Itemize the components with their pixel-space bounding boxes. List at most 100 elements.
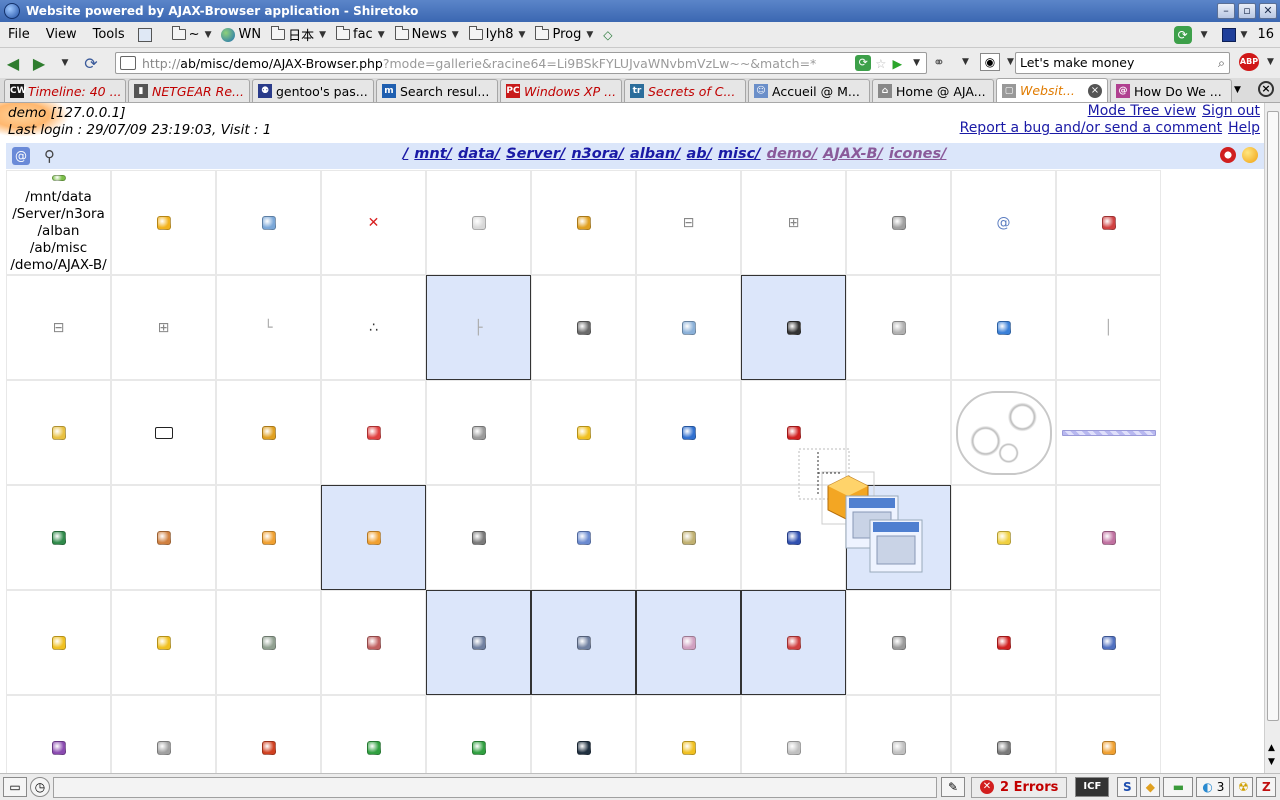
bookmark-japan-folder[interactable]: 日本 ▼ <box>266 25 331 44</box>
tab-0[interactable]: CW Timeline: 40 ... <box>4 79 126 102</box>
gallery-cell[interactable] <box>951 275 1056 380</box>
search-icon[interactable]: ⌕ <box>1218 53 1225 73</box>
site-identity-icon[interactable] <box>120 56 136 70</box>
chevron-down-icon[interactable]: ▼ <box>913 58 920 68</box>
search-input[interactable]: Let's make money ⌕ <box>1015 52 1230 74</box>
gallery-cell[interactable] <box>1056 170 1161 275</box>
breadcrumb-item[interactable]: demo/ <box>767 146 818 162</box>
go-arrow-icon[interactable]: ▶ <box>892 56 902 71</box>
gallery-cell[interactable] <box>741 590 846 695</box>
chevron-down-icon[interactable]: ▼ <box>1267 57 1274 67</box>
tab-3[interactable]: m Search resul... <box>376 79 498 102</box>
gallery-cell[interactable] <box>846 590 951 695</box>
gallery-cell[interactable] <box>531 590 636 695</box>
refresh-page-icon[interactable]: ⟳ <box>855 55 872 71</box>
gallery-cell[interactable] <box>6 590 111 695</box>
minimize-button[interactable]: – <box>1217 3 1235 19</box>
chevron-down-icon[interactable]: ▼ <box>1201 30 1208 40</box>
report-bug-link[interactable]: Report a bug and/or send a comment <box>960 120 1222 136</box>
forward-arrow-icon[interactable]: ▶ <box>26 54 52 73</box>
sign-out-link[interactable]: Sign out <box>1202 103 1260 119</box>
gallery-cell[interactable] <box>1056 380 1161 485</box>
gallery-cell[interactable] <box>951 695 1056 773</box>
save-disk-icon[interactable] <box>1221 27 1236 42</box>
gallery-cell[interactable] <box>321 380 426 485</box>
gallery-cell[interactable] <box>531 275 636 380</box>
menu-view[interactable]: View <box>38 27 85 42</box>
sync-icon[interactable]: ⟳ <box>1173 25 1192 44</box>
gallery-cell[interactable] <box>6 380 111 485</box>
gallery-cell[interactable] <box>6 485 111 590</box>
gallery-cell[interactable]: /mnt/data/Server/n3ora/alban/ab/misc/dem… <box>6 170 111 275</box>
gallery-cell[interactable]: ⊞ <box>741 170 846 275</box>
gallery-cell[interactable] <box>531 485 636 590</box>
gallery-cell[interactable]: ├ <box>426 275 531 380</box>
bookmark-star-icon[interactable]: ☆ <box>875 56 886 71</box>
gallery-cell[interactable]: │ <box>1056 275 1161 380</box>
help-lifebuoy-icon[interactable] <box>1220 147 1236 163</box>
gallery-cell[interactable] <box>321 590 426 695</box>
gallery-cell[interactable]: ⊟ <box>6 275 111 380</box>
search-engine-icon[interactable]: ◉ <box>980 53 1000 71</box>
tab-2[interactable]: ⚉ gentoo's pas... <box>252 79 374 102</box>
gallery-cell[interactable] <box>426 590 531 695</box>
gallery-cell[interactable] <box>636 380 741 485</box>
gallery-cell[interactable] <box>111 170 216 275</box>
icf-icon[interactable]: ICF <box>1075 777 1110 797</box>
tab-6[interactable]: ☺ Accueil @ M... <box>748 79 870 102</box>
gallery-cell[interactable] <box>1056 485 1161 590</box>
gallery-cell[interactable] <box>531 380 636 485</box>
gallery-cell[interactable] <box>636 275 741 380</box>
scroll-up-arrow-icon[interactable]: ▲ <box>1268 743 1275 753</box>
chevron-down-icon[interactable]: ▼ <box>1241 30 1248 40</box>
scroll-down-arrow-icon[interactable]: ▼ <box>1268 757 1275 767</box>
gallery-cell[interactable] <box>321 695 426 773</box>
mail-at-icon[interactable]: @ <box>12 147 30 165</box>
gallery-cell[interactable]: └ <box>216 275 321 380</box>
gallery-cell[interactable] <box>426 380 531 485</box>
tab-list-chevron-icon[interactable]: ▼ <box>1234 85 1241 95</box>
bookmark-prog-folder[interactable]: Prog ▼ <box>530 26 598 42</box>
mode-tree-view-link[interactable]: Mode Tree view <box>1088 103 1196 119</box>
tab-4[interactable]: PC Windows XP ... <box>500 79 622 102</box>
lock-badge-icon[interactable]: ◆ <box>1140 777 1161 797</box>
gallery-cell[interactable] <box>111 485 216 590</box>
gallery-cell[interactable]: ⊟ <box>636 170 741 275</box>
bookmark-home-folder[interactable]: ~ ▼ <box>167 26 217 42</box>
breadcrumb-item[interactable]: ab/ <box>686 146 711 162</box>
gallery-cell[interactable] <box>531 695 636 773</box>
scrollbar-thumb[interactable] <box>1267 111 1279 721</box>
bookmark-lyh8-folder[interactable]: lyh8 ▼ <box>464 26 531 42</box>
zotero-icon[interactable]: Z <box>1256 777 1277 797</box>
chevron-down-icon[interactable]: ▼ <box>962 57 969 67</box>
sun-ball-icon[interactable] <box>1242 147 1258 163</box>
bookmark-news-folder[interactable]: News ▼ <box>390 26 464 42</box>
back-arrow-icon[interactable]: ◀ <box>0 54 26 73</box>
gallery-cell[interactable] <box>636 590 741 695</box>
gallery-cell[interactable] <box>216 170 321 275</box>
breadcrumb-item[interactable]: alban/ <box>630 146 681 162</box>
adblock-icon[interactable]: ABP <box>1239 53 1259 71</box>
reload-icon[interactable]: ⟳ <box>78 54 104 73</box>
tab-1[interactable]: ▮ NETGEAR Re... <box>128 79 250 102</box>
gallery-cell[interactable] <box>741 275 846 380</box>
help-link[interactable]: Help <box>1228 120 1260 136</box>
bookmark-wn[interactable]: WN <box>216 27 266 42</box>
close-tab-icon[interactable]: × <box>1088 83 1102 98</box>
maximize-button[interactable]: ▫ <box>1238 3 1256 19</box>
gallery-cell[interactable] <box>216 590 321 695</box>
breadcrumb-item[interactable]: icones/ <box>889 146 947 162</box>
gallery-cell[interactable] <box>636 485 741 590</box>
gallery-cell[interactable]: ✕ <box>321 170 426 275</box>
gallery-cell[interactable] <box>426 170 531 275</box>
gallery-cell[interactable] <box>111 590 216 695</box>
gallery-cell[interactable] <box>426 695 531 773</box>
breadcrumb-item[interactable]: mnt/ <box>414 146 452 162</box>
gallery-cell[interactable] <box>216 695 321 773</box>
bookmark-fac-folder[interactable]: fac ▼ <box>331 26 390 42</box>
gallery-cell[interactable]: ∴ <box>321 275 426 380</box>
green-car-icon[interactable]: ▬ <box>1163 777 1194 797</box>
gallery-cell[interactable] <box>846 695 951 773</box>
tab-8[interactable]: ▢ Websit... × <box>996 78 1108 102</box>
link-tool-icon[interactable]: ⚭ <box>933 55 945 71</box>
